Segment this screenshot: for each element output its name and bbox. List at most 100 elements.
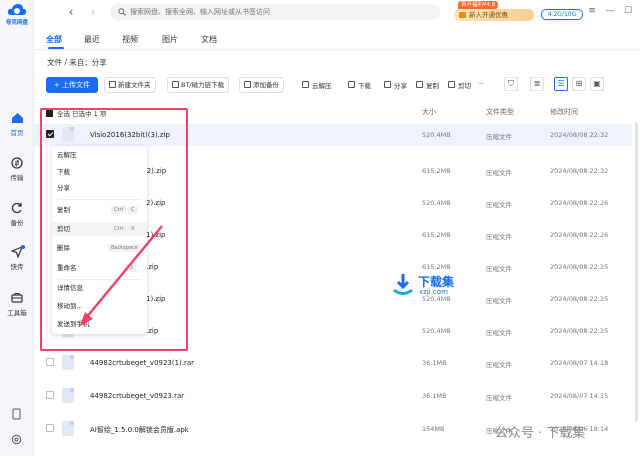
filter-icon: ⛉ (508, 79, 514, 88)
search-bar[interactable] (110, 4, 440, 20)
tab-recent[interactable]: 最近 (84, 34, 100, 45)
scissors-icon (448, 81, 455, 88)
row-checkbox[interactable] (46, 424, 54, 432)
file-size: 615.2MB (422, 231, 451, 239)
file-size: 520.4MB (422, 327, 451, 335)
file-type: 压缩文件 (486, 329, 512, 337)
forward-button[interactable]: › (86, 5, 100, 19)
menu-button[interactable]: ≡ (586, 6, 598, 16)
promo-button[interactable]: 新人开通优惠 (454, 9, 534, 21)
row-checkbox[interactable] (46, 358, 54, 366)
upload-button[interactable]: + 上传文件 (46, 77, 98, 93)
backup-icon (11, 202, 22, 214)
file-date: 2024/08/08 22:25 (550, 295, 609, 303)
sidebar-item-label: 传输 (10, 174, 24, 182)
file-size: 36.1MB (422, 359, 447, 367)
tab-video[interactable]: 视频 (122, 34, 138, 45)
file-date: 2024/08/07 14:15 (550, 392, 609, 400)
file-date: 2024/08/08 22:32 (550, 131, 609, 139)
tab-documents[interactable]: 文档 (201, 34, 217, 45)
divider (34, 49, 640, 50)
notification-dot (21, 245, 25, 249)
promo-text: 新人开通优惠 (469, 11, 508, 19)
file-date: 2024/08/08 22:32 (550, 167, 609, 175)
watermark-logo: 下载集 xzji.com (392, 270, 472, 300)
button-label: 分享 (394, 82, 407, 90)
sidebar-item-home[interactable]: 首页 (0, 112, 34, 137)
file-type: 压缩文件 (486, 201, 512, 209)
new-folder-button[interactable]: 新建文件夹 (104, 77, 156, 93)
sidebar-item-label: 首页 (10, 129, 24, 137)
bt-download-button[interactable]: BT/磁力链下载 (167, 77, 230, 93)
top-bar: ‹ › 首开福利¥4.8 新人开通优惠 4.2G/10G ≡ — ☐ ✕ (34, 0, 640, 26)
settings-gear-icon[interactable] (11, 434, 22, 445)
file-date: 2024/08/08 22:25 (550, 327, 609, 335)
rar-file-icon (62, 355, 74, 370)
more-button[interactable]: ··· (476, 80, 484, 88)
transfer-icon (11, 157, 23, 169)
file-type: 压缩文件 (486, 133, 512, 141)
back-button[interactable]: ‹ (64, 5, 78, 19)
file-type: 压缩文件 (486, 169, 512, 177)
table-row[interactable]: 44982crtubeget_v0923.rar 36.1MB 压缩文件 2024/0… (34, 385, 632, 407)
file-size: 520.4MB (422, 199, 451, 207)
download-icon (348, 81, 355, 88)
minimize-button[interactable]: — (604, 6, 616, 16)
tab-images[interactable]: 图片 (162, 34, 178, 45)
tab-all[interactable]: 全部 (46, 34, 62, 45)
cut-button[interactable]: 剪切 (448, 80, 471, 90)
toolbox-icon (11, 293, 23, 303)
sidebar-item-backup[interactable]: 备份 (0, 202, 34, 227)
add-backup-button[interactable]: 添加备份 (239, 77, 284, 93)
button-label: 新建文件夹 (118, 81, 151, 89)
button-label: 复制 (426, 82, 439, 90)
file-type: 压缩文件 (486, 233, 512, 241)
promo-banner[interactable]: 首开福利¥4.8 新人开通优惠 (454, 1, 534, 21)
folder-icon (109, 81, 116, 88)
column-type[interactable]: 文件类型 (486, 107, 514, 117)
share-icon (384, 81, 391, 88)
file-date: 2024/08/07 14:18 (550, 359, 609, 367)
sidebar-item-transfer[interactable]: 传输 (0, 157, 34, 182)
hamburger-icon: ≡ (588, 6, 596, 16)
maximize-button[interactable]: ☐ (622, 6, 634, 16)
cloud-logo-icon (7, 4, 27, 15)
search-icon (118, 8, 126, 16)
button-label: 添加备份 (253, 81, 279, 89)
app-logo: 夸克网盘 (3, 2, 31, 26)
sort-button[interactable]: ≣ (530, 77, 544, 91)
table-row[interactable]: 44982crtubeget_v0923(1).rar 36.1MB 压缩文件 202… (34, 352, 632, 374)
rar-file-icon (62, 388, 74, 403)
row-checkbox[interactable] (46, 391, 54, 399)
filter-button[interactable]: ⛉ (504, 77, 518, 91)
file-type: 压缩文件 (486, 361, 512, 369)
file-type: 压缩文件 (486, 265, 512, 273)
file-size: 615.2MB (422, 167, 451, 175)
app-name: 夸克网盘 (5, 20, 28, 26)
download-logo-icon (393, 274, 413, 295)
magnet-icon (172, 81, 179, 88)
sidebar-item-toolbox[interactable]: 工具箱 (0, 292, 34, 317)
unzip-button[interactable]: 云解压 (302, 80, 332, 90)
file-name: AI智绘_1.5.0.0解锁会员版.apk (90, 426, 189, 434)
download-button[interactable]: 下载 (348, 80, 371, 90)
grid-view-button[interactable]: ⊞ (572, 77, 586, 91)
grid-icon: ⊞ (575, 79, 583, 88)
list-view-button[interactable]: ☰ (554, 77, 568, 91)
column-size[interactable]: 大小 (422, 107, 436, 117)
file-type: 压缩文件 (486, 394, 512, 402)
button-label: 剪切 (458, 82, 471, 90)
storage-usage[interactable]: 4.2G/10G (541, 9, 583, 20)
breadcrumb[interactable]: 文件 / 来自：分享 (47, 57, 107, 68)
file-date: 2024/08/08 22:26 (550, 199, 609, 207)
search-input[interactable] (130, 8, 430, 16)
share-button[interactable]: 分享 (384, 80, 407, 90)
file-size: 154MB (422, 425, 445, 433)
phone-icon[interactable] (12, 408, 21, 420)
sidebar-item-quick-send[interactable]: 快传 (0, 245, 34, 271)
copy-button[interactable]: 复制 (416, 80, 439, 90)
thumbnail-view-button[interactable]: ▣ (590, 77, 604, 91)
wechat-watermark: 公众号 · 下载集 (495, 426, 586, 441)
scrollbar[interactable] (635, 122, 638, 422)
column-date[interactable]: 修改时间 (550, 107, 578, 117)
